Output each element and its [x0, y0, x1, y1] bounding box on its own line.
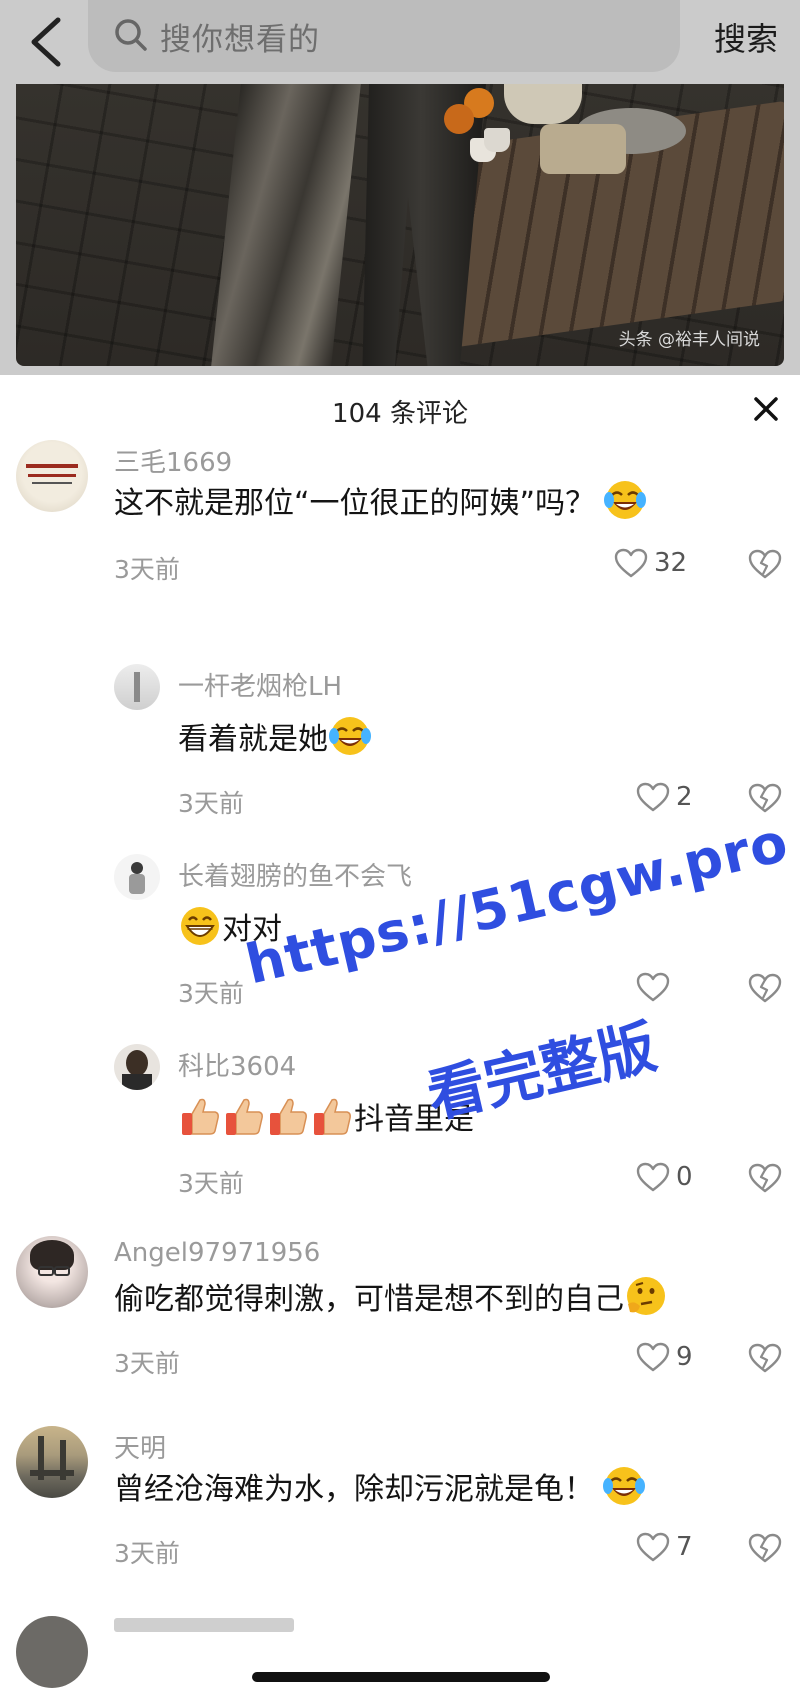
like-button[interactable]: 7 [636, 1532, 693, 1562]
comment-username[interactable] [114, 1618, 294, 1632]
thumbs-up-icon [222, 1094, 266, 1138]
avatar[interactable] [114, 664, 160, 710]
broken-heart-icon[interactable] [748, 782, 782, 814]
comment-username[interactable]: 三毛1669 [114, 442, 232, 479]
broken-heart-icon[interactable] [748, 1532, 782, 1564]
broken-heart-icon[interactable] [748, 1342, 782, 1374]
avatar[interactable] [16, 1426, 88, 1498]
heart-icon [636, 1162, 670, 1192]
like-count: 32 [654, 548, 688, 578]
thinking-emoji-icon [624, 1274, 668, 1318]
search-icon [115, 19, 147, 51]
search-input[interactable]: 搜你想看的 [88, 0, 680, 72]
comment-text: 曾经沧海难为水，除却污泥就是龟！ [114, 1472, 594, 1507]
comment-text-row: 看着就是她 [178, 714, 372, 758]
like-button[interactable]: 32 [614, 548, 687, 578]
back-button[interactable] [18, 10, 78, 74]
avatar[interactable] [114, 1044, 160, 1090]
comment-username[interactable]: Angel97971956 [114, 1238, 320, 1268]
heart-icon [636, 782, 670, 812]
avatar[interactable] [114, 854, 160, 900]
top-bar: 搜你想看的 搜索 [0, 0, 800, 84]
comment-time: 3天前 [178, 979, 244, 1008]
heart-icon [636, 972, 670, 1002]
comment-text: 偷吃都觉得刺激，可惜是想不到的自己 [114, 1282, 624, 1317]
comment-item: 天明 曾经沧海难为水，除却污泥就是龟！ 3天前 7 [0, 1424, 800, 1584]
heart-icon [636, 1532, 670, 1562]
comment-item: Angel97971956 偷吃都觉得刺激，可惜是想不到的自己 3天前 9 [0, 1234, 800, 1394]
comment-time: 3天前 [178, 1169, 244, 1198]
comment-text-row: 这不就是那位“一位很正的阿姨”吗？ [114, 478, 647, 522]
like-button[interactable]: 9 [636, 1342, 693, 1372]
comment-time: 3天前 [114, 1539, 180, 1568]
like-count: 7 [676, 1532, 693, 1562]
comment-time: 3天前 [114, 555, 180, 584]
heart-icon [636, 1342, 670, 1372]
reply-item: 一杆老烟枪LH 看着就是她 3天前 2 [0, 660, 800, 818]
home-indicator[interactable] [252, 1672, 550, 1682]
photo-watermark: 头条 @裕丰人间说 [618, 330, 760, 350]
like-button[interactable]: 0 [636, 1162, 693, 1192]
comment-time: 3天前 [114, 1349, 180, 1378]
broken-heart-icon[interactable] [748, 548, 782, 580]
comment-text-row: 曾经沧海难为水，除却污泥就是龟！ [114, 1464, 646, 1508]
broken-heart-icon[interactable] [748, 1162, 782, 1194]
broken-heart-icon[interactable] [748, 972, 782, 1004]
like-count: 2 [676, 782, 693, 812]
comment-text-row: 偷吃都觉得刺激，可惜是想不到的自己 [114, 1274, 668, 1318]
close-button[interactable] [750, 393, 782, 425]
crying-laughing-emoji-icon [328, 714, 372, 758]
like-count: 0 [676, 1162, 693, 1192]
comment-item: 三毛1669 这不就是那位“一位很正的阿姨”吗？ 3天前 32 [0, 430, 800, 600]
thumbs-up-icon [178, 1094, 222, 1138]
thumbs-up-icon [266, 1094, 310, 1138]
photo-area: 头条 @裕丰人间说 [0, 84, 800, 375]
comment-text: 这不就是那位“一位很正的阿姨”吗？ [114, 486, 596, 521]
comment-username[interactable]: 科比3604 [178, 1046, 296, 1083]
reply-item: 科比3604 抖音里是 3天前 0 [0, 1040, 800, 1198]
like-count: 9 [676, 1342, 693, 1372]
avatar[interactable] [16, 440, 88, 512]
avatar[interactable] [16, 1236, 88, 1308]
like-button[interactable] [636, 972, 670, 1002]
comment-username[interactable]: 长着翅膀的鱼不会飞 [178, 856, 412, 893]
grinning-emoji-icon [178, 904, 222, 948]
crying-laughing-emoji-icon [602, 1464, 646, 1508]
heart-icon [614, 548, 648, 578]
article-photo[interactable]: 头条 @裕丰人间说 [16, 84, 784, 366]
comment-username[interactable]: 天明 [114, 1428, 166, 1465]
close-icon [754, 397, 778, 421]
crying-laughing-emoji-icon [603, 478, 647, 522]
like-button[interactable]: 2 [636, 782, 693, 812]
comment-time: 3天前 [178, 789, 244, 818]
comment-username[interactable]: 一杆老烟枪LH [178, 666, 342, 703]
thumbs-up-icon [310, 1094, 354, 1138]
comments-count-title: 104 条评论 [332, 399, 468, 429]
avatar[interactable] [16, 1616, 88, 1688]
comment-text: 看着就是她 [178, 722, 328, 757]
search-placeholder: 搜你想看的 [160, 22, 320, 58]
search-button[interactable]: 搜索 [714, 14, 778, 60]
chevron-left-icon [31, 17, 61, 67]
